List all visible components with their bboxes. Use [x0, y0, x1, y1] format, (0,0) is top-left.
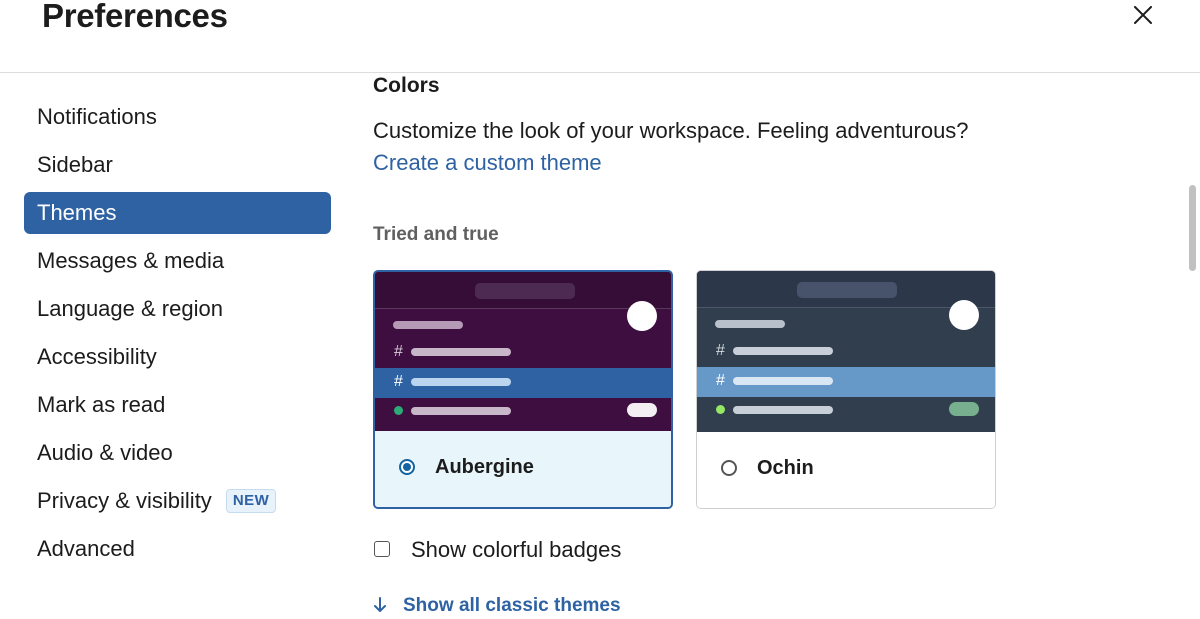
- sidebar-item-themes[interactable]: Themes: [24, 192, 331, 234]
- theme-radio-ochin[interactable]: [721, 460, 737, 476]
- sidebar-item-label: Audio & video: [37, 440, 173, 465]
- sidebar-item-label: Mark as read: [37, 392, 166, 417]
- preview-line: [715, 320, 785, 328]
- sidebar-item-privacy-visibility[interactable]: Privacy & visibility NEW: [24, 480, 331, 522]
- theme-preview: # #: [697, 271, 995, 434]
- sidebar-item-label: Advanced: [37, 536, 135, 561]
- create-custom-theme-link[interactable]: Create a custom theme: [373, 149, 602, 177]
- preview-line: [733, 406, 833, 414]
- sidebar-item-label: Privacy & visibility: [37, 488, 212, 513]
- preview-line: [733, 377, 833, 385]
- sidebar-item-notifications[interactable]: Notifications: [24, 96, 331, 138]
- preview-badge: [627, 403, 657, 417]
- sidebar-item-label: Themes: [37, 200, 117, 225]
- sidebar-item-sidebar[interactable]: Sidebar: [24, 144, 331, 186]
- channel-hash-icon: #: [716, 372, 725, 389]
- sidebar-item-audio-video[interactable]: Audio & video: [24, 432, 331, 474]
- preview-line: [411, 348, 511, 356]
- theme-description: Customize the look of your workspace. Fe…: [373, 118, 969, 143]
- theme-group-label: Tried and true: [373, 224, 499, 245]
- sidebar-item-language-region[interactable]: Language & region: [24, 288, 331, 330]
- show-colorful-badges-label: Show colorful badges: [411, 537, 622, 562]
- sidebar-item-advanced[interactable]: Advanced: [24, 528, 331, 570]
- preview-topbar: [375, 272, 671, 309]
- close-button[interactable]: [1125, 0, 1161, 30]
- theme-card-aubergine[interactable]: # # Aubergine: [373, 270, 673, 509]
- sidebar-item-label: Language & region: [37, 296, 223, 321]
- presence-dot-icon: [394, 406, 403, 415]
- preview-search-bar: [475, 283, 575, 299]
- theme-radio-aubergine[interactable]: [399, 459, 415, 475]
- sidebar-item-label: Notifications: [37, 104, 157, 129]
- theme-card-ochin[interactable]: # # Ochin: [696, 270, 996, 509]
- sidebar-item-label: Sidebar: [37, 152, 113, 177]
- show-classic-themes-label: Show all classic themes: [403, 595, 621, 616]
- preview-badge: [949, 402, 979, 416]
- avatar-placeholder: [627, 301, 657, 331]
- theme-card-footer: Ochin: [697, 432, 995, 508]
- preview-line: [733, 347, 833, 355]
- show-colorful-badges-checkbox[interactable]: [374, 541, 390, 557]
- sidebar-item-label: Messages & media: [37, 248, 225, 273]
- avatar-placeholder: [949, 300, 979, 330]
- channel-hash-icon: #: [716, 342, 725, 359]
- new-badge: NEW: [225, 489, 277, 513]
- theme-name: Aubergine: [435, 456, 534, 478]
- preview-topbar: [697, 271, 995, 308]
- preferences-header: Preferences: [0, 0, 1200, 73]
- section-title: Colors: [373, 74, 440, 97]
- theme-preview: # #: [375, 272, 671, 435]
- sidebar-item-label: Accessibility: [37, 344, 157, 369]
- preview-line: [411, 407, 511, 415]
- channel-hash-icon: #: [394, 373, 403, 390]
- themes-panel: Colors Customize the look of your worksp…: [373, 73, 1173, 617]
- channel-hash-icon: #: [394, 343, 403, 360]
- scroll-thumb[interactable]: [1189, 185, 1196, 271]
- scrollbar[interactable]: [1180, 73, 1200, 617]
- page-title: Preferences: [42, 0, 228, 34]
- sidebar-item-messages-media[interactable]: Messages & media: [24, 240, 331, 282]
- presence-dot-icon: [716, 405, 725, 414]
- preview-line: [393, 321, 463, 329]
- close-icon: [1134, 6, 1152, 24]
- theme-card-footer: Aubergine: [375, 431, 671, 507]
- theme-name: Ochin: [757, 457, 814, 479]
- arrow-down-icon: [374, 597, 386, 612]
- sidebar-item-accessibility[interactable]: Accessibility: [24, 336, 331, 378]
- preferences-sidebar: Notifications Sidebar Themes Messages & …: [24, 96, 331, 576]
- sidebar-item-mark-as-read[interactable]: Mark as read: [24, 384, 331, 426]
- preview-search-bar: [797, 282, 897, 298]
- preview-line: [411, 378, 511, 386]
